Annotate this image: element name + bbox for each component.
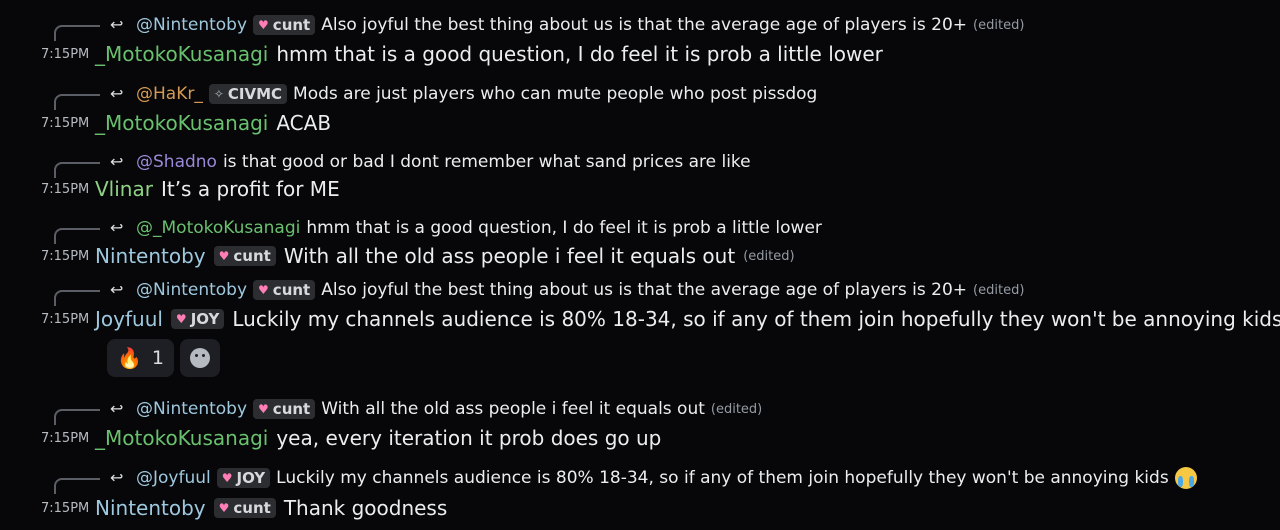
role-tag: ♥ cunt (253, 399, 316, 419)
reply-mention[interactable]: @Joyfuul (136, 468, 211, 488)
reply-mention[interactable]: @HaKr_ (136, 84, 203, 104)
timestamp[interactable]: 7:15PM (41, 312, 89, 327)
author-name[interactable]: _MotokoKusanagi (95, 42, 268, 66)
reply-mention[interactable]: @Shadno (136, 152, 217, 172)
reply-spine (54, 162, 100, 178)
author-name[interactable]: _MotokoKusanagi (95, 426, 268, 450)
edited-label: (edited) (973, 282, 1025, 298)
reply-arrow-icon: ↩ (110, 399, 124, 418)
edited-label: (edited) (973, 17, 1025, 33)
reply-spine (54, 409, 100, 425)
reply-spine (54, 25, 100, 41)
reply-spine (54, 94, 100, 110)
reply-spine (54, 228, 100, 244)
heart-icon: ♥ (218, 249, 230, 263)
author-name[interactable]: Nintentoby (95, 496, 206, 520)
reply-text: hmm that is a good question, I do feel i… (306, 218, 822, 238)
reply-spine (54, 478, 100, 494)
reply-arrow-icon: ↩ (110, 218, 124, 237)
reply-text: is that good or bad I dont remember what… (222, 152, 751, 172)
loudly-crying-face-emoji (1174, 467, 1197, 489)
reply-arrow-icon: ↩ (110, 15, 124, 34)
message-text: yea, every iteration it prob does go up (276, 426, 662, 450)
message-text: It’s a profit for ME (160, 177, 340, 201)
reply-mention[interactable]: @Nintentoby (136, 15, 247, 35)
edited-label: (edited) (710, 401, 763, 417)
timestamp[interactable]: 7:15PM (41, 182, 89, 197)
message-text: hmm that is a good question, I do feel i… (276, 42, 883, 66)
reply-text: Also joyful the best thing about us is t… (321, 280, 968, 300)
reply-spine (54, 290, 100, 306)
heart-icon: ♥ (258, 18, 269, 32)
edited-label: (edited) (743, 248, 795, 264)
reply-text: Mods are just players who can mute peopl… (293, 84, 818, 104)
role-tag: ✧ CIVMC (208, 84, 288, 104)
role-tag: ♥ cunt (253, 280, 316, 300)
reply-arrow-icon: ↩ (110, 468, 124, 487)
reply-text: Luckily my channels audience is 80% 18-3… (276, 468, 1169, 488)
reply-arrow-icon: ↩ (110, 84, 124, 103)
reply-arrow-icon: ↩ (110, 280, 124, 299)
heart-icon: ♥ (258, 402, 269, 416)
author-name[interactable]: Nintentoby (95, 244, 206, 268)
author-name[interactable]: _MotokoKusanagi (95, 111, 268, 135)
timestamp[interactable]: 7:15PM (41, 501, 89, 516)
message-text: ACAB (276, 111, 332, 135)
reactions-bar: 🔥 1 (107, 339, 220, 377)
heart-icon: ♥ (175, 312, 187, 326)
heart-icon: ♥ (218, 501, 230, 515)
role-tag: ♥ cunt (253, 15, 316, 35)
heart-icon: ♥ (221, 471, 233, 485)
add-reaction-button[interactable] (180, 339, 220, 377)
sparkle-icon: ✧ (213, 87, 224, 101)
reply-text: With all the old ass people i feel it eq… (321, 399, 705, 419)
reply-arrow-icon: ↩ (110, 152, 124, 171)
timestamp[interactable]: 7:15PM (41, 116, 89, 131)
author-name[interactable]: Joyfuul (95, 307, 163, 331)
reply-mention[interactable]: @Nintentoby (136, 280, 247, 300)
timestamp[interactable]: 7:15PM (41, 431, 89, 446)
reaction-count: 1 (151, 347, 164, 369)
role-tag: ♥ cunt (213, 246, 276, 266)
reply-text: Also joyful the best thing about us is t… (321, 15, 968, 35)
add-reaction-icon (190, 348, 210, 368)
role-tag: ♥ JOY (216, 468, 271, 488)
heart-icon: ♥ (258, 283, 269, 297)
fire-emoji: 🔥 (117, 346, 142, 370)
reply-mention[interactable]: @Nintentoby (136, 399, 247, 419)
timestamp[interactable]: 7:15PM (41, 47, 89, 62)
role-tag: ♥ cunt (213, 498, 276, 518)
role-tag: ♥ JOY (170, 309, 225, 329)
message-text: Thank goodness (283, 496, 448, 520)
reaction-fire[interactable]: 🔥 1 (107, 339, 174, 377)
timestamp[interactable]: 7:15PM (41, 249, 89, 264)
author-name[interactable]: Vlinar (95, 177, 153, 201)
reply-mention[interactable]: @_MotokoKusanagi (136, 218, 300, 238)
message-text: With all the old ass people i feel it eq… (283, 244, 736, 268)
message-text: Luckily my channels audience is 80% 18-3… (232, 307, 1280, 331)
